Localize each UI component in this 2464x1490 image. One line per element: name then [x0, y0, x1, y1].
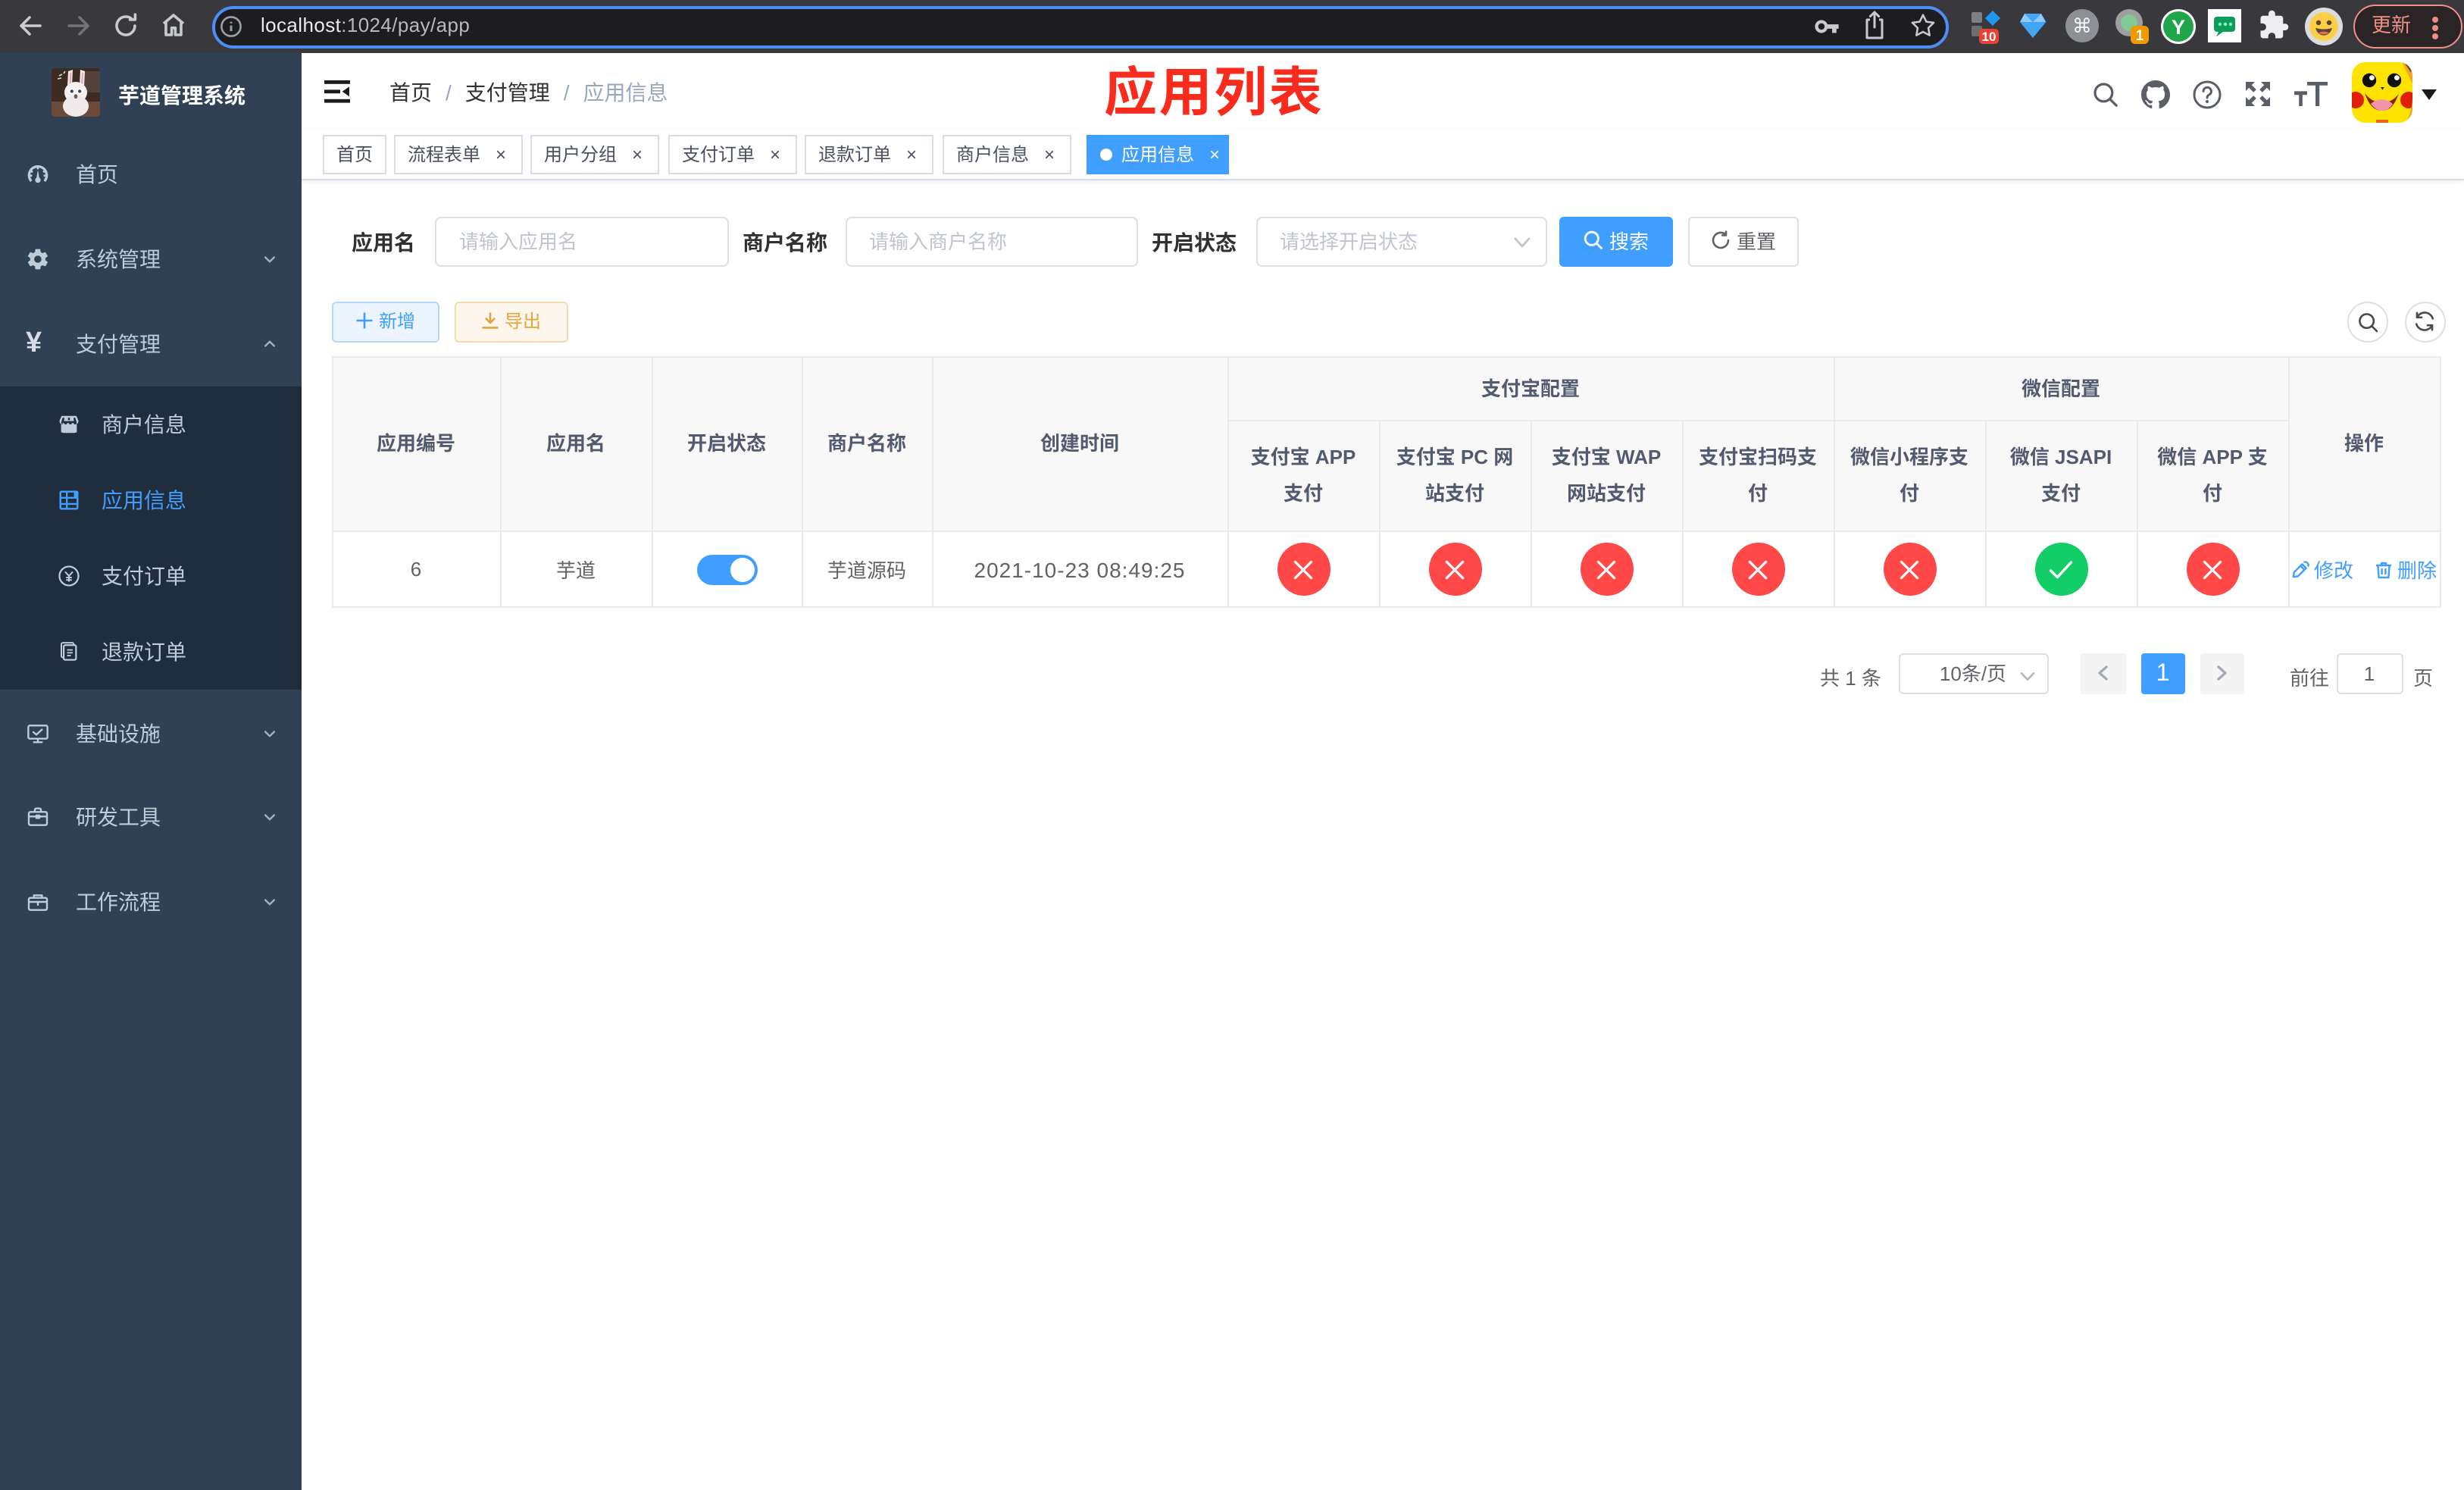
svg-text:Y: Y — [2172, 16, 2185, 39]
svg-text:⌘: ⌘ — [2072, 14, 2092, 37]
svg-text:10: 10 — [1982, 30, 1997, 44]
svg-text:1: 1 — [2136, 28, 2144, 44]
